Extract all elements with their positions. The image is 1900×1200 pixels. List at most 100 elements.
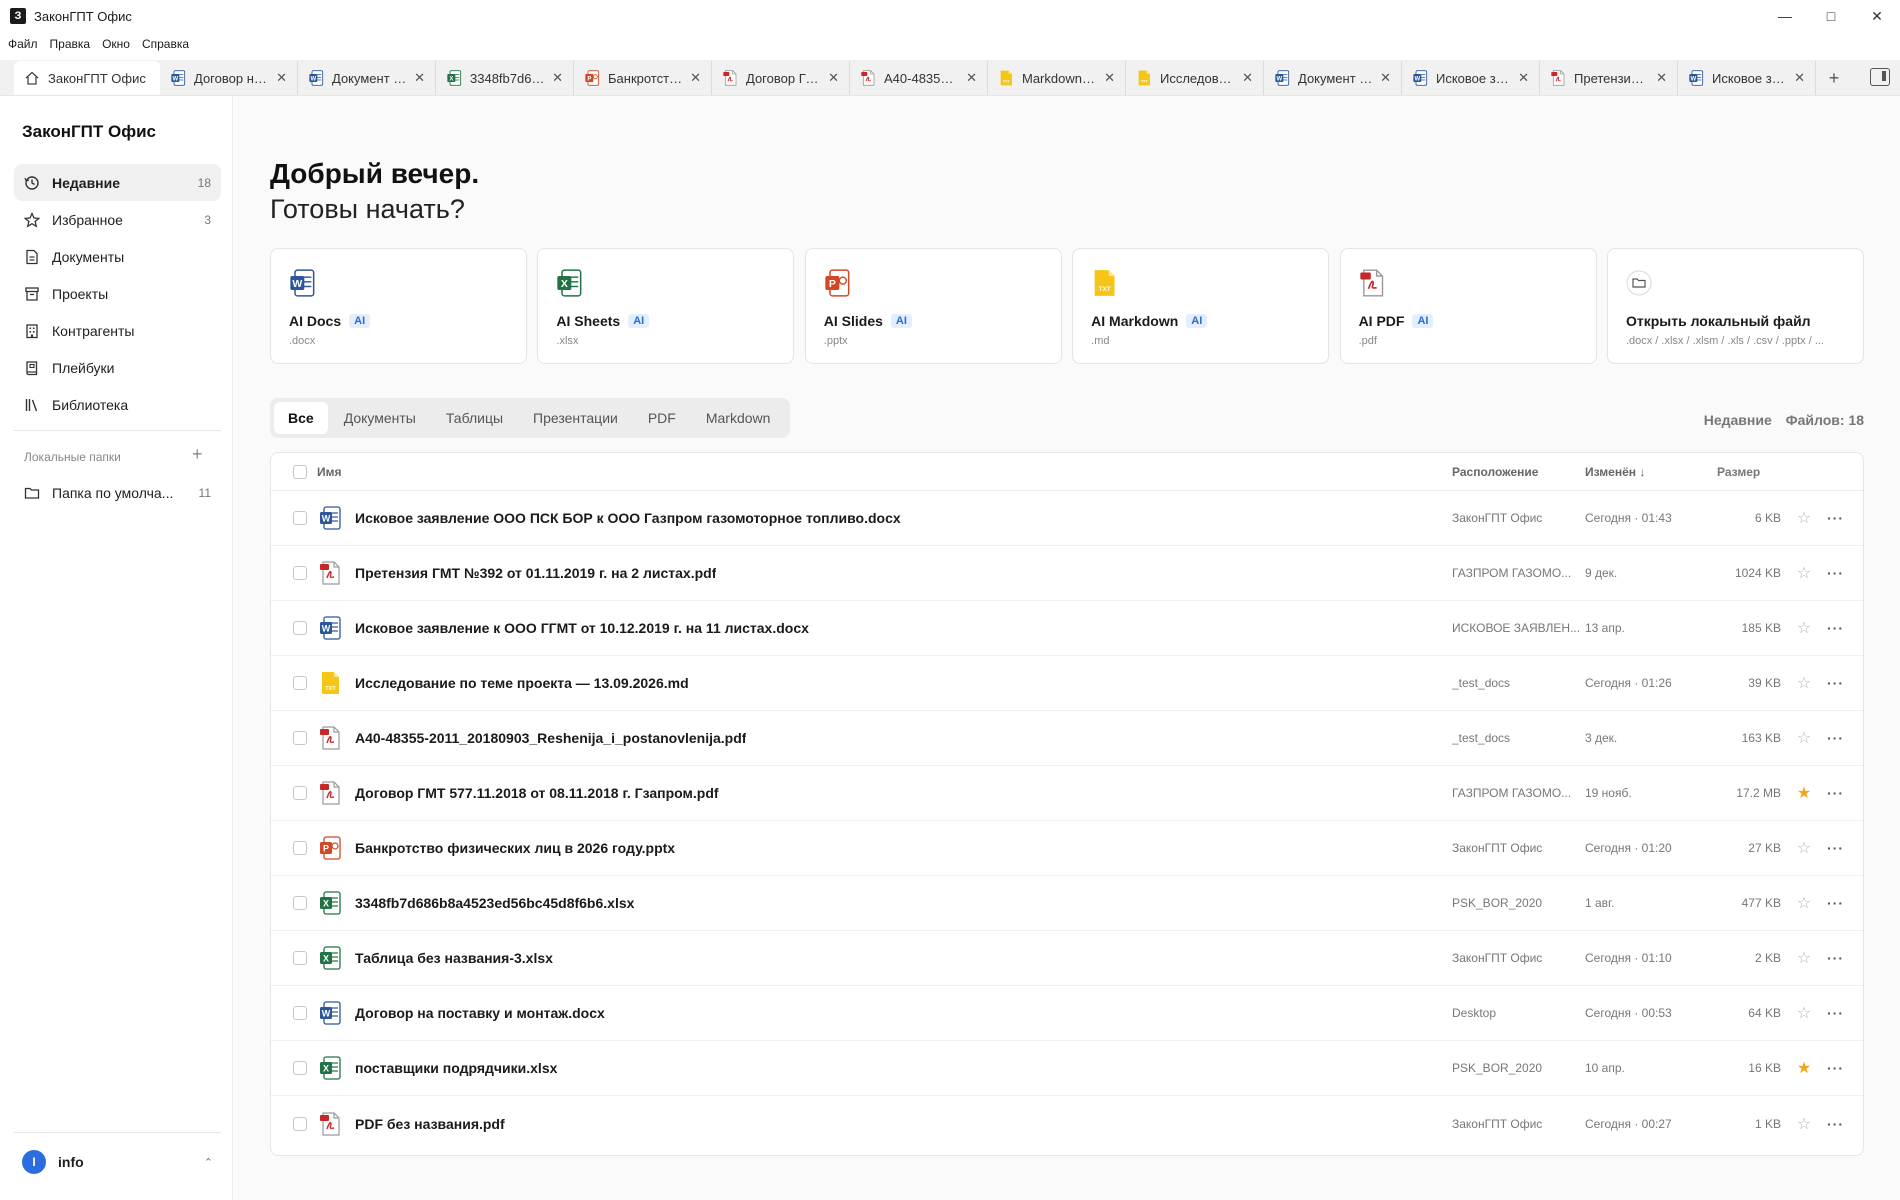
row-checkbox[interactable]	[293, 1006, 307, 1020]
star-icon[interactable]: ☆	[1781, 893, 1827, 913]
tab-12[interactable]: W Исковое заявление ✕	[1678, 61, 1816, 95]
file-name[interactable]: PDF без названия.pdf	[355, 1116, 505, 1132]
more-icon[interactable]: ···	[1827, 1060, 1863, 1076]
create-card-3[interactable]: TXT AI Markdown AI .md	[1072, 248, 1330, 364]
menu-window[interactable]: Окно	[102, 37, 130, 51]
file-name[interactable]: Договор на поставку и монтаж.docx	[355, 1005, 605, 1021]
table-row[interactable]: P Банкротство физических лиц в 2026 году.…	[271, 821, 1863, 876]
close-tab-icon[interactable]: ✕	[1656, 70, 1667, 86]
row-checkbox[interactable]	[293, 786, 307, 800]
table-row[interactable]: Xпоставщики подрядчики.xlsx PSK_BOR_2020 1…	[271, 1041, 1863, 1096]
row-checkbox[interactable]	[293, 566, 307, 580]
column-location[interactable]: Расположение	[1452, 465, 1585, 479]
close-tab-icon[interactable]: ✕	[1794, 70, 1805, 86]
more-icon[interactable]: ···	[1827, 510, 1863, 526]
toggle-panel-icon[interactable]	[1870, 68, 1890, 86]
filter-tab-5[interactable]: Markdown	[692, 402, 785, 434]
table-row[interactable]: W Исковое заявление к ООО ГГМТ от 10.12.2…	[271, 601, 1863, 656]
create-card-5[interactable]: Открыть локальный файл .docx / .xlsx / .x…	[1606, 248, 1864, 364]
file-name[interactable]: поставщики подрядчики.xlsx	[355, 1060, 557, 1076]
file-name[interactable]: Исковое заявление к ООО ГГМТ от 10.12.20…	[355, 620, 809, 636]
more-icon[interactable]: ···	[1827, 1116, 1863, 1132]
star-icon[interactable]: ★	[1781, 783, 1827, 803]
tab-5[interactable]: Договор ГМТ 577 ✕	[712, 61, 850, 95]
star-icon[interactable]: ☆	[1781, 1003, 1827, 1023]
menu-edit[interactable]: Правка	[50, 37, 91, 51]
tab-1[interactable]: W Договор на поставку ✕	[160, 61, 298, 95]
close-tab-icon[interactable]: ✕	[1380, 70, 1391, 86]
user-menu[interactable]: I info ⌃	[14, 1142, 221, 1182]
menu-help[interactable]: Справка	[142, 37, 189, 51]
tab-10[interactable]: W Исковое заявление ✕	[1402, 61, 1540, 95]
sort-label[interactable]: Недавние	[1704, 412, 1772, 428]
row-checkbox[interactable]	[293, 621, 307, 635]
filter-tab-1[interactable]: Документы	[330, 402, 430, 434]
row-checkbox[interactable]	[293, 1061, 307, 1075]
star-icon[interactable]: ★	[1781, 1058, 1827, 1078]
sidebar-item-6[interactable]: Библиотека	[14, 386, 221, 423]
star-icon[interactable]: ☆	[1781, 728, 1827, 748]
more-icon[interactable]: ···	[1827, 675, 1863, 691]
tab-8[interactable]: TXT Исследование по теме ✕	[1126, 61, 1264, 95]
create-card-1[interactable]: X AI Sheets AI .xlsx	[537, 248, 795, 364]
close-tab-icon[interactable]: ✕	[552, 70, 563, 86]
close-tab-icon[interactable]: ✕	[1242, 70, 1253, 86]
close-tab-icon[interactable]: ✕	[828, 70, 839, 86]
column-modified[interactable]: Изменён ↓	[1585, 465, 1717, 479]
table-row[interactable]: TXT Исследование по теме проекта — 13.09.…	[271, 656, 1863, 711]
folder-item[interactable]: Папка по умолча... 11	[14, 474, 221, 511]
more-icon[interactable]: ···	[1827, 895, 1863, 911]
new-tab-button[interactable]: +	[1816, 61, 1852, 95]
table-row[interactable]: Договор ГМТ 577.11.2018 от 08.11.2018 г.…	[271, 766, 1863, 821]
filter-tab-0[interactable]: Все	[274, 402, 328, 434]
tab-9[interactable]: W Документ без названия ✕	[1264, 61, 1402, 95]
column-size[interactable]: Размер	[1717, 465, 1781, 479]
more-icon[interactable]: ···	[1827, 1005, 1863, 1021]
table-row[interactable]: PDF без названия.pdf ЗаконГПТ Офис Сегодня…	[271, 1096, 1863, 1151]
filter-tab-2[interactable]: Таблицы	[432, 402, 517, 434]
close-tab-icon[interactable]: ✕	[966, 70, 977, 86]
create-card-4[interactable]: AI PDF AI .pdf	[1339, 248, 1597, 364]
sidebar-item-1[interactable]: Избранное 3	[14, 201, 221, 238]
tab-7[interactable]: TXT Markdown без названия ✕	[988, 61, 1126, 95]
more-icon[interactable]: ···	[1827, 840, 1863, 856]
row-checkbox[interactable]	[293, 841, 307, 855]
close-tab-icon[interactable]: ✕	[690, 70, 701, 86]
table-row[interactable]: W Исковое заявление ООО ПСК БОР к ООО Газ…	[271, 491, 1863, 546]
star-icon[interactable]: ☆	[1781, 838, 1827, 858]
add-folder-icon[interactable]: +	[192, 444, 203, 465]
table-row[interactable]: X 3348fb7d686b8a4523ed56bc45d8f6b6.xlsx PS…	[271, 876, 1863, 931]
create-card-0[interactable]: W AI Docs AI .docx	[270, 248, 527, 364]
file-name[interactable]: Претензия ГМТ №392 от 01.11.2019 г. на 2…	[355, 565, 716, 581]
table-row[interactable]: W Договор на поставку и монтаж.docx Deskto…	[271, 986, 1863, 1041]
sidebar-item-4[interactable]: Контрагенты	[14, 312, 221, 349]
star-icon[interactable]: ☆	[1781, 673, 1827, 693]
file-name[interactable]: А40-48355-2011_20180903_Reshenija_i_post…	[355, 730, 746, 746]
close-tab-icon[interactable]: ✕	[1104, 70, 1115, 86]
more-icon[interactable]: ···	[1827, 730, 1863, 746]
row-checkbox[interactable]	[293, 896, 307, 910]
create-card-2[interactable]: P AI Slides AI .pptx	[804, 248, 1062, 364]
tab-11[interactable]: Претензия ГМТ ✕	[1540, 61, 1678, 95]
star-icon[interactable]: ☆	[1781, 563, 1827, 583]
close-tab-icon[interactable]: ✕	[276, 70, 287, 86]
maximize-button[interactable]: □	[1808, 0, 1854, 32]
tab-2[interactable]: W Документ без названия ✕	[298, 61, 436, 95]
row-checkbox[interactable]	[293, 1116, 307, 1131]
table-row[interactable]: X Таблица без названия-3.xlsx ЗаконГПТ Офи…	[271, 931, 1863, 986]
file-name[interactable]: Исковое заявление ООО ПСК БОР к ООО Газп…	[355, 510, 901, 526]
file-name[interactable]: Исследование по теме проекта — 13.09.202…	[355, 675, 689, 691]
menu-file[interactable]: Файл	[8, 37, 38, 51]
row-checkbox[interactable]	[293, 731, 307, 745]
sidebar-item-0[interactable]: Недавние 18	[14, 164, 221, 201]
column-name[interactable]: Имя	[317, 465, 1452, 479]
table-row[interactable]: А40-48355-2011_20180903_Reshenija_i_post…	[271, 711, 1863, 766]
more-icon[interactable]: ···	[1827, 950, 1863, 966]
more-icon[interactable]: ···	[1827, 785, 1863, 801]
star-icon[interactable]: ☆	[1781, 948, 1827, 968]
star-icon[interactable]: ☆	[1781, 1114, 1827, 1134]
file-name[interactable]: 3348fb7d686b8a4523ed56bc45d8f6b6.xlsx	[355, 895, 634, 911]
row-checkbox[interactable]	[293, 951, 307, 965]
tab-6[interactable]: А40-48355-2011 ✕	[850, 61, 988, 95]
filter-tab-4[interactable]: PDF	[634, 402, 690, 434]
